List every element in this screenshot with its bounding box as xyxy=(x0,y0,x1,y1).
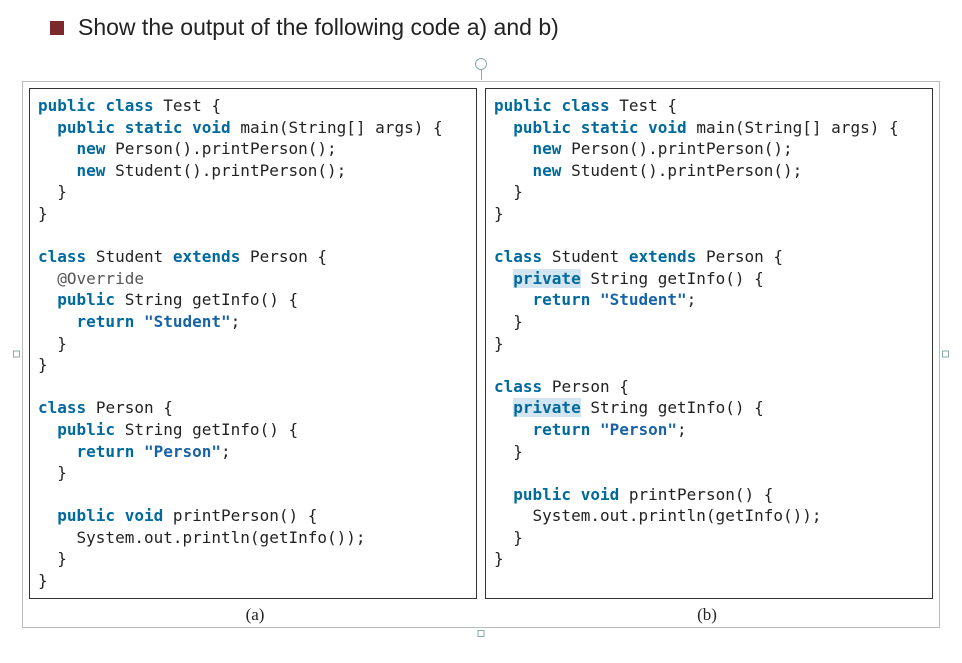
method-sig: String getInfo() { xyxy=(590,269,763,288)
class-name: Person { xyxy=(250,247,327,266)
kw-class: class xyxy=(561,96,609,115)
brace: } xyxy=(38,204,48,223)
stmt: Student().printPerson(); xyxy=(571,161,802,180)
label-a: (a) xyxy=(29,605,481,625)
question-text: Show the output of the following code a)… xyxy=(78,14,559,41)
kw-public: public xyxy=(57,420,115,439)
kw-static: static xyxy=(125,118,183,137)
brace: } xyxy=(494,549,504,568)
brace: } xyxy=(38,334,67,353)
string-literal: "Student" xyxy=(144,312,231,331)
kw-return: return xyxy=(77,312,135,331)
kw-new: new xyxy=(77,161,106,180)
figure-frame: public class Test { public static void m… xyxy=(22,81,940,628)
pane-labels: (a) (b) xyxy=(29,605,933,625)
class-name: Person { xyxy=(552,377,629,396)
resize-handle-bottom-icon xyxy=(478,630,485,637)
code-pane-b: public class Test { public static void m… xyxy=(485,88,933,599)
brace: } xyxy=(494,334,504,353)
brace: } xyxy=(494,312,523,331)
kw-public: public xyxy=(38,96,96,115)
resize-handle-right-icon xyxy=(942,351,949,358)
brace: } xyxy=(38,571,48,590)
kw-extends: extends xyxy=(173,247,240,266)
semi: ; xyxy=(677,420,687,439)
kw-return: return xyxy=(533,420,591,439)
kw-void: void xyxy=(125,506,164,525)
kw-return: return xyxy=(533,290,591,309)
stmt: System.out.println(getInfo()); xyxy=(494,506,822,525)
stmt: System.out.println(getInfo()); xyxy=(38,528,366,547)
method-sig: String getInfo() { xyxy=(125,290,298,309)
class-name: Person { xyxy=(96,398,173,417)
brace: } xyxy=(38,463,67,482)
label-b: (b) xyxy=(481,605,933,625)
kw-public: public xyxy=(513,485,571,504)
kw-static: static xyxy=(581,118,639,137)
kw-return: return xyxy=(77,442,135,461)
main-sig: main(String[] args) { xyxy=(240,118,442,137)
annotation-override: @Override xyxy=(57,269,144,288)
kw-new: new xyxy=(77,139,106,158)
string-literal: "Student" xyxy=(600,290,687,309)
stmt: Person().printPerson(); xyxy=(571,139,793,158)
brace: } xyxy=(494,182,523,201)
code-panes: public class Test { public static void m… xyxy=(29,88,933,599)
method-sig: printPerson() { xyxy=(629,485,774,504)
brace: } xyxy=(38,182,67,201)
bullet-icon xyxy=(50,21,64,35)
method-sig: printPerson() { xyxy=(173,506,318,525)
code-pane-a: public class Test { public static void m… xyxy=(29,88,477,599)
semi: ; xyxy=(221,442,231,461)
class-name: Test { xyxy=(163,96,221,115)
kw-new: new xyxy=(533,139,562,158)
kw-public: public xyxy=(513,118,571,137)
stmt: Person().printPerson(); xyxy=(115,139,337,158)
kw-class: class xyxy=(494,247,542,266)
resize-handle-left-icon xyxy=(13,351,20,358)
class-name: Student xyxy=(552,247,619,266)
question-row: Show the output of the following code a)… xyxy=(50,14,942,41)
main-sig: main(String[] args) { xyxy=(696,118,898,137)
stmt: Student().printPerson(); xyxy=(115,161,346,180)
kw-class: class xyxy=(494,377,542,396)
class-name: Test { xyxy=(619,96,677,115)
string-literal: "Person" xyxy=(600,420,677,439)
string-literal: "Person" xyxy=(144,442,221,461)
semi: ; xyxy=(687,290,697,309)
brace: } xyxy=(494,528,523,547)
kw-extends: extends xyxy=(629,247,696,266)
brace: } xyxy=(38,355,48,374)
kw-public: public xyxy=(57,506,115,525)
class-name: Person { xyxy=(706,247,783,266)
brace: } xyxy=(494,442,523,461)
kw-class: class xyxy=(105,96,153,115)
semi: ; xyxy=(231,312,241,331)
brace: } xyxy=(494,204,504,223)
kw-public: public xyxy=(57,118,115,137)
kw-public: public xyxy=(494,96,552,115)
method-sig: String getInfo() { xyxy=(125,420,298,439)
kw-void: void xyxy=(648,118,687,137)
class-name: Student xyxy=(96,247,163,266)
brace: } xyxy=(38,549,67,568)
kw-void: void xyxy=(581,485,620,504)
method-sig: String getInfo() { xyxy=(590,398,763,417)
kw-class: class xyxy=(38,398,86,417)
kw-private: private xyxy=(513,398,580,417)
kw-public: public xyxy=(57,290,115,309)
kw-new: new xyxy=(533,161,562,180)
rotate-handle-icon xyxy=(475,58,487,80)
kw-private: private xyxy=(513,269,580,288)
kw-class: class xyxy=(38,247,86,266)
kw-void: void xyxy=(192,118,231,137)
